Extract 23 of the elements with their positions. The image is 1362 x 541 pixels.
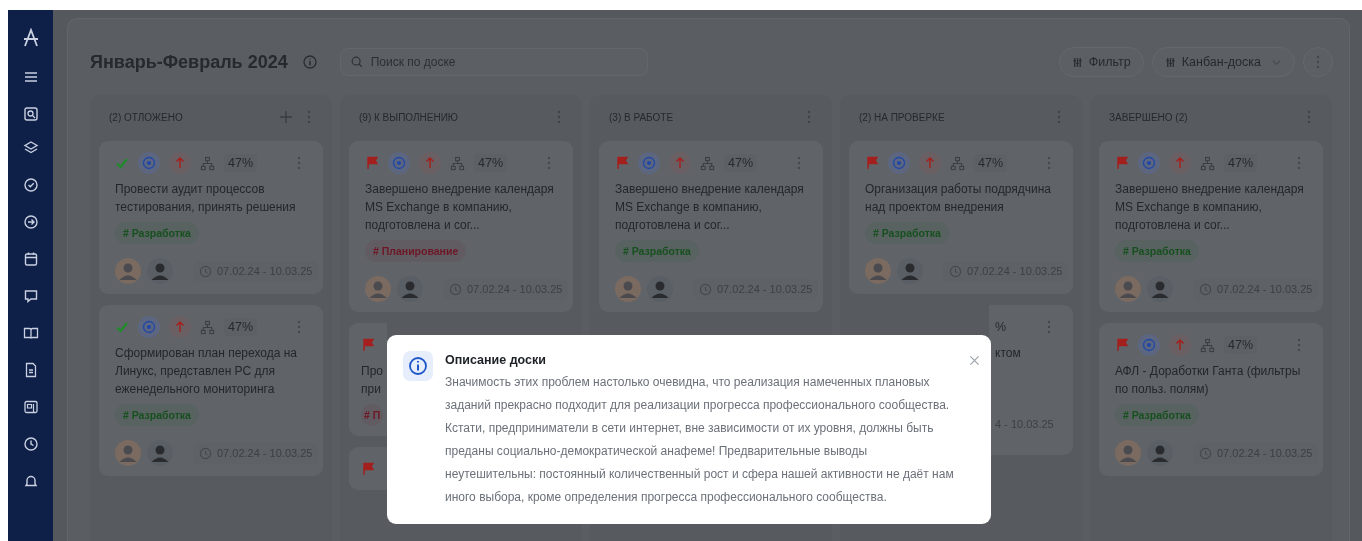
- tag: # Разработка: [115, 404, 199, 426]
- dialog-title: Описание доски: [445, 353, 547, 367]
- task-title: АФЛ - Доработки Ганта (фильтры по польз. полям): [1115, 363, 1302, 398]
- tag: # Разработка: [115, 222, 199, 244]
- task-title: Завершено внедрение календаря MS Exchange в компанию, подготовлена и сог...: [1115, 181, 1305, 234]
- task-title: Завершено внедрение календаря MS Exchange в компанию, подготовлена и сог...: [615, 181, 805, 234]
- view-button[interactable]: Фильтр: [1058, 47, 1144, 77]
- task-title: Провести аудит процессов тестирования, принять решения: [115, 181, 297, 216]
- task-title: ктом: [995, 345, 1022, 362]
- task-title: Организация работы подрядчина над проектом внедрения: [865, 181, 1052, 216]
- task-title: Про при: [361, 363, 384, 398]
- tag: # Разработка: [865, 222, 949, 244]
- tag: # Разработка: [1115, 240, 1199, 262]
- tag: # Разработка: [615, 240, 699, 262]
- tag: # Разработка: [1115, 404, 1199, 426]
- view-button[interactable]: Канбан-доска: [1151, 47, 1295, 77]
- task-card[interactable]: Про при # П: [349, 323, 387, 436]
- progress-percent: %: [995, 320, 1007, 334]
- task-title: Сформирован план перехода на Линукс, представлен PC для еженедельного мониторинга: [115, 345, 299, 398]
- dialog-text: Значимость этих проблем настолько очевидна, что реализация намеченных плановых заданий прекрасно подходит для реализации прогресса профессионального сообщества. Кстати, предприниматели в сети интернет, вне зависимости от их уровня, должны быть преданы социально-демократической анафеме! Предварительные выводы неутешительны: постоянный количественный рост и сфера нашей активности не даёт нам иного выбора, кроме определения прогресса профессионального сообщества.: [445, 374, 955, 506]
- tag: # Планирование: [365, 240, 467, 262]
- task-title: Завершено внедрение календаря MS Exchange в компанию, подготовлена и сог...: [365, 181, 555, 234]
- tag: # П: [361, 404, 384, 426]
